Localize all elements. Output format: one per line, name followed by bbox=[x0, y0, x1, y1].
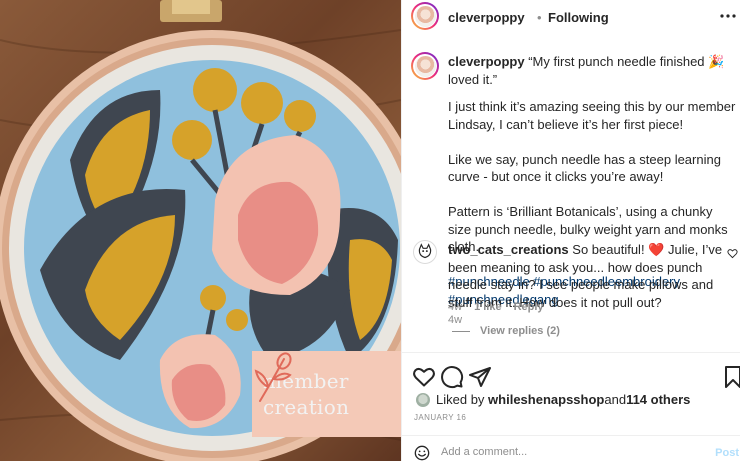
view-replies-button[interactable]: View replies (2) bbox=[452, 325, 560, 337]
replies-line bbox=[452, 330, 470, 332]
liker-avatar[interactable] bbox=[416, 392, 430, 407]
caption-author[interactable]: cleverpoppy bbox=[448, 54, 525, 69]
header-separator: • bbox=[537, 10, 542, 25]
post-image[interactable]: member creation bbox=[0, 0, 401, 461]
commenter-avatar[interactable] bbox=[413, 240, 437, 264]
add-comment-input[interactable] bbox=[441, 446, 681, 458]
floral-sprig-icon bbox=[254, 352, 292, 402]
comment-meta: 4w 1 like Reply bbox=[448, 301, 544, 313]
member-creation-card: member creation bbox=[252, 351, 401, 437]
like-heart-icon[interactable] bbox=[412, 365, 436, 389]
comment-likes[interactable]: 1 like bbox=[474, 301, 502, 313]
post-header: cleverpoppy • Following bbox=[402, 0, 740, 33]
likes-summary: Liked by whileshenapsshop and 114 others bbox=[416, 392, 690, 407]
commenter-username[interactable]: two_cats_creations bbox=[448, 242, 569, 257]
like-comment-heart-icon[interactable] bbox=[727, 248, 738, 259]
author-username[interactable]: cleverpoppy bbox=[448, 10, 525, 25]
more-options-icon[interactable] bbox=[720, 8, 736, 24]
comment-timestamp: 4w bbox=[448, 301, 463, 313]
comment-composer: Post bbox=[402, 435, 740, 461]
save-bookmark-icon[interactable] bbox=[721, 365, 740, 389]
post-date: JANUARY 16 bbox=[414, 413, 467, 422]
author-avatar[interactable] bbox=[411, 2, 439, 30]
cat-icon bbox=[418, 243, 432, 259]
share-paper-plane-icon[interactable] bbox=[468, 365, 492, 389]
following-button[interactable]: Following bbox=[548, 10, 609, 25]
post-details-panel: cleverpoppy • Following cleverpoppy “My … bbox=[401, 0, 740, 461]
post-comment-button[interactable]: Post bbox=[715, 447, 739, 459]
likes-count-link[interactable]: 114 others bbox=[626, 392, 690, 407]
liker-username[interactable]: whileshenapsshop bbox=[488, 392, 604, 407]
caption-paragraph: Like we say, punch needle has a steep le… bbox=[448, 151, 721, 185]
caption-author-avatar[interactable] bbox=[411, 52, 439, 80]
reply-button[interactable]: Reply bbox=[514, 301, 544, 313]
emoji-icon[interactable] bbox=[414, 445, 430, 461]
action-bar bbox=[402, 352, 740, 396]
comment-bubble-icon[interactable] bbox=[440, 365, 464, 389]
caption-paragraph: I just think it’s amazing seeing this by… bbox=[448, 99, 736, 132]
